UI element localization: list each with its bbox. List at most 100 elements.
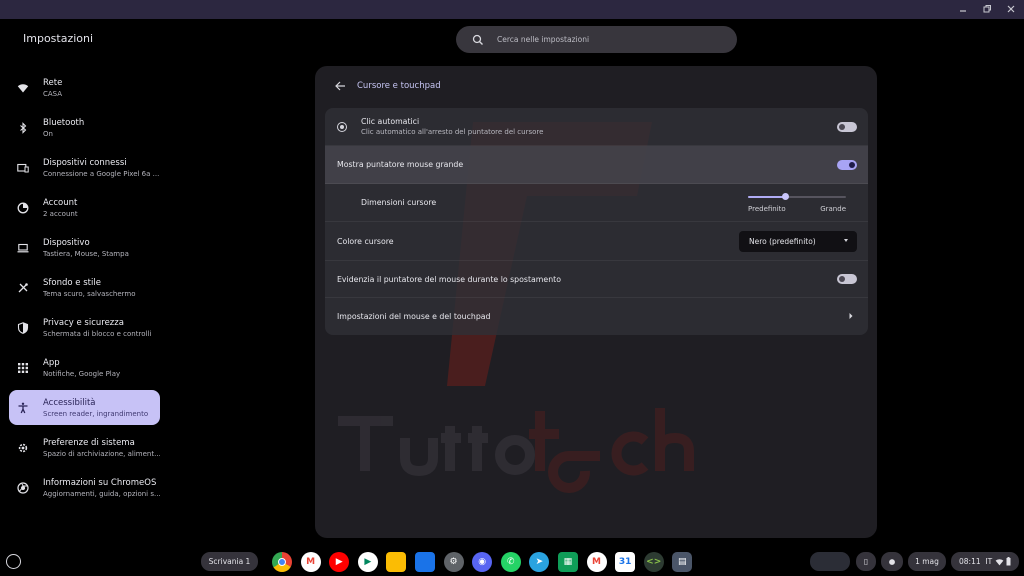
auto-click-description: Clic automatico all'arresto del puntator… <box>361 128 544 136</box>
bluetooth-icon <box>17 121 29 134</box>
sidebar-item-label: Preferenze di sistema <box>43 437 135 448</box>
sidebar-item-sub: CASA <box>43 89 63 98</box>
slider-fill <box>748 196 786 198</box>
sidebar-item-rete[interactable]: Rete CASA <box>9 70 160 105</box>
slider-thumb[interactable] <box>782 193 790 200</box>
gmail-icon[interactable]: M <box>586 552 607 572</box>
large-cursor-toggle[interactable] <box>837 159 857 170</box>
sidebar-item-dispositivo[interactable]: Dispositivo Tastiera, Mouse, Stampa <box>9 230 160 265</box>
cursor-color-select[interactable]: Nero (predefinito) <box>739 230 857 252</box>
sidebar-item-privacy-e-sicurezza[interactable]: Privacy e sicurezza Schermata di blocco e… <box>9 310 160 345</box>
text-editor-icon[interactable]: ▤ <box>672 552 693 572</box>
account-icon <box>17 202 29 214</box>
files-icon[interactable] <box>414 552 435 572</box>
highlight-cursor-label: Evidenzia il puntatore del mouse durante… <box>337 274 561 284</box>
slider-min-label: Predefinito <box>748 205 786 213</box>
clock: 08:11 <box>959 557 981 566</box>
sidebar-item-preferenze-di-sistema[interactable]: Preferenze di sistema Spazio di archiviaz… <box>9 430 160 465</box>
sidebar-item-bluetooth[interactable]: Bluetooth On <box>9 110 160 145</box>
large-cursor-label: Mostra puntatore mouse grande <box>337 160 464 169</box>
cursor-size-slider[interactable]: Predefinito Grande <box>748 192 846 216</box>
sidebar-item-label: Sfondo e stile <box>43 277 101 288</box>
sidebar-item-label: Accessibilità <box>43 397 96 408</box>
dropdown-arrow-icon <box>844 238 848 242</box>
cursor-size-row: Dimensioni cursore Predefinito Grande <box>325 184 868 222</box>
calendar-icon[interactable]: 31 <box>615 552 636 572</box>
chrome-icon[interactable] <box>272 552 292 572</box>
back-button[interactable] <box>333 79 347 93</box>
mouse-touchpad-settings-row[interactable]: Impostazioni del mouse e del touchpad <box>325 298 868 335</box>
sidebar-item-sub: Tema scuro, salvaschermo <box>43 289 136 298</box>
minimize-icon[interactable] <box>956 2 970 16</box>
cursor-color-row: Colore cursore Nero (predefinito) <box>325 222 868 261</box>
cursor-size-label: Dimensioni cursore <box>361 198 437 207</box>
cursor-color-label: Colore cursore <box>337 236 394 246</box>
restore-icon[interactable] <box>980 2 994 16</box>
whatsapp-icon[interactable]: ✆ <box>500 552 521 572</box>
sidebar-item-sub: Notifiche, Google Play <box>43 369 121 378</box>
sidebar-item-sub: Schermata di blocco e controlli <box>43 329 152 338</box>
sidebar-item-label: Bluetooth <box>43 117 85 128</box>
sidebar-item-sub: Connessione a Google Pixel 6a ... <box>43 169 160 178</box>
accessibility-icon <box>17 402 29 414</box>
sidebar-item-informazioni-chromeos[interactable]: Informazioni su ChromeOS Aggiornamenti, g… <box>9 470 160 505</box>
discord-icon[interactable]: ◉ <box>472 552 493 572</box>
apps-grid-icon <box>17 362 29 374</box>
sidebar-item-dispositivi-connessi[interactable]: Dispositivi connessi Connessione a Google… <box>9 150 160 185</box>
notification-icon[interactable]: ● <box>881 552 903 571</box>
play-store-icon[interactable]: ▶ <box>357 552 378 572</box>
search-icon <box>472 34 483 45</box>
sidebar-item-sfondo-e-stile[interactable]: Sfondo e stile Tema scuro, salvaschermo <box>9 270 160 305</box>
youtube-icon[interactable]: ▶ <box>329 552 350 572</box>
ime-indicator: IT <box>985 557 993 566</box>
gmail-icon[interactable]: M <box>300 552 321 572</box>
battery-icon <box>1006 557 1011 566</box>
auto-click-radio-icon <box>337 121 347 132</box>
sidebar-item-label: Account <box>43 197 78 208</box>
mouse-touchpad-settings-label: Impostazioni del mouse e del touchpad <box>337 312 491 321</box>
sidebar-item-sub: Spazio di archiviazione, aliment... <box>43 449 160 458</box>
palette-icon <box>17 282 29 294</box>
search-box[interactable] <box>456 26 737 53</box>
highlight-cursor-row[interactable]: Evidenzia il puntatore del mouse durante… <box>325 261 868 298</box>
phone-hub-icon[interactable]: ▯ <box>856 552 876 571</box>
wifi-icon <box>17 82 29 94</box>
auto-click-label: Clic automatici <box>361 117 420 126</box>
sidebar-item-label: Dispositivi connessi <box>43 157 127 168</box>
tray-thumbnail[interactable] <box>810 552 850 571</box>
chevron-right-icon <box>849 313 853 319</box>
highlight-cursor-toggle[interactable] <box>837 274 857 284</box>
window-title-bar <box>0 0 1024 19</box>
desk-button[interactable]: Scrivania 1 <box>201 552 258 571</box>
auto-click-toggle[interactable] <box>837 121 857 132</box>
gear-icon <box>17 442 29 454</box>
sheets-icon[interactable]: ▦ <box>557 552 578 572</box>
arrow-back-icon <box>334 81 345 91</box>
window-controls <box>956 2 1018 16</box>
sidebar-item-accessibilita[interactable]: Accessibilità Screen reader, ingrandiment… <box>9 390 160 425</box>
keep-icon[interactable] <box>386 552 407 572</box>
search-input[interactable] <box>497 35 717 44</box>
slider-max-label: Grande <box>820 205 846 213</box>
telegram-icon[interactable]: ➤ <box>529 552 550 572</box>
sidebar-item-label: App <box>43 357 60 368</box>
sidebar-item-sub: Screen reader, ingrandimento <box>43 409 149 418</box>
sidebar-item-app[interactable]: App Notifiche, Google Play <box>9 350 160 385</box>
sidebar-item-label: Dispositivo <box>43 237 90 248</box>
date-chip[interactable]: 1 mag <box>908 552 946 571</box>
settings-app-icon[interactable]: ⚙ <box>443 552 464 572</box>
page-title: Cursore e touchpad <box>357 81 441 91</box>
cursor-color-value: Nero (predefinito) <box>749 236 816 246</box>
close-icon[interactable] <box>1004 2 1018 16</box>
sidebar-item-sub: 2 account <box>43 209 78 218</box>
status-tray[interactable]: 08:11 IT <box>951 552 1019 571</box>
sidebar-item-account[interactable]: Account 2 account <box>9 190 160 225</box>
sidebar: Rete CASA Bluetooth On Dispositivi conness… <box>9 70 160 510</box>
large-cursor-row[interactable]: Mostra puntatore mouse grande <box>325 146 868 184</box>
sidebar-item-label: Rete <box>43 77 63 88</box>
launcher-button[interactable] <box>6 554 21 569</box>
sidebar-item-label: Informazioni su ChromeOS <box>43 477 157 488</box>
auto-click-row[interactable]: Clic automatici Clic automatico all'arre… <box>325 108 868 146</box>
terminal-icon[interactable]: <> <box>643 552 664 572</box>
sidebar-item-label: Privacy e sicurezza <box>43 317 124 328</box>
